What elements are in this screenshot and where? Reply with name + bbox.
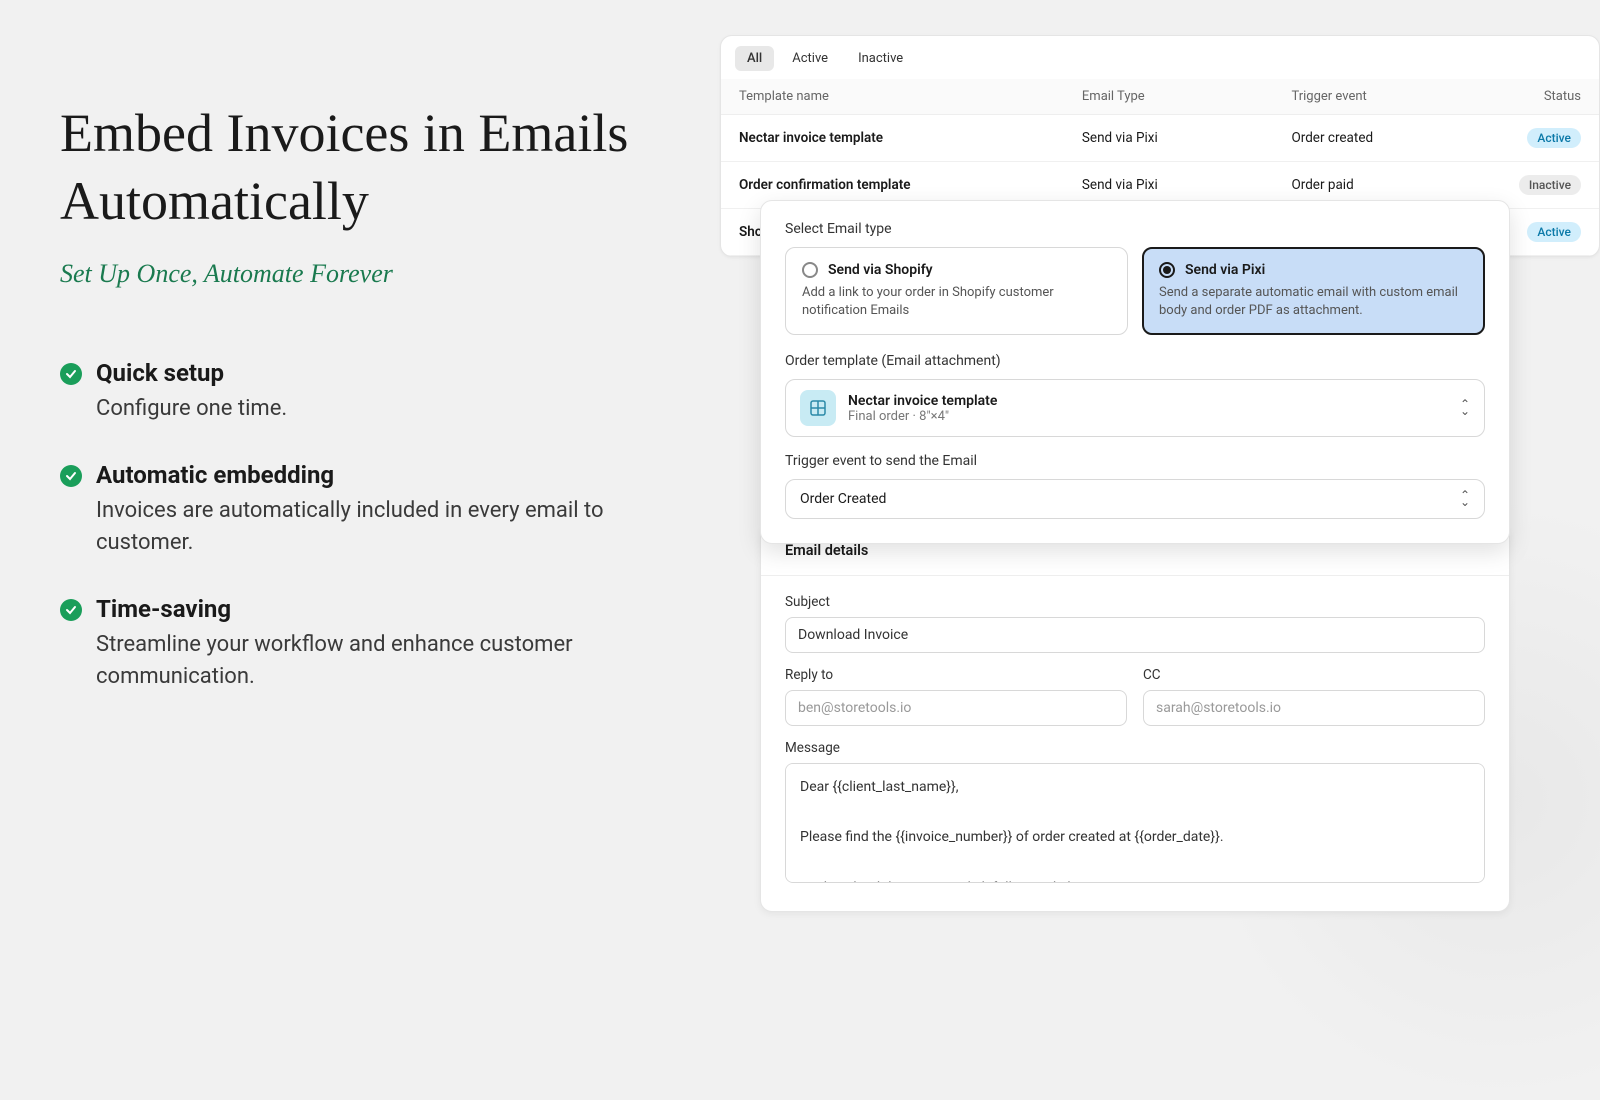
hero-subheadline: Set Up Once, Automate Forever [60,259,680,289]
check-icon [60,599,82,621]
reply-to-label: Reply to [785,667,1127,683]
feature-desc: Streamline your workflow and enhance cus… [96,629,680,693]
cc-label: CC [1143,667,1485,683]
check-icon [60,465,82,487]
feature-title: Time-saving [96,595,680,623]
template-meta: Final order · 8″×4″ [848,409,997,424]
header-status: Status [1501,89,1581,104]
cell-trigger: Order created [1291,130,1501,146]
table-header: Template name Email Type Trigger event S… [721,79,1599,115]
status-badge: Active [1527,222,1581,242]
tab-active[interactable]: Active [780,46,840,71]
cell-email-type: Send via Pixi [1082,177,1292,193]
trigger-select[interactable]: Order Created ⌃⌄ [785,479,1485,519]
feature-title: Quick setup [96,359,680,387]
template-name: Nectar invoice template [848,393,997,409]
cell-template-name: Nectar invoice template [739,130,1082,146]
header-email-type: Email Type [1082,89,1292,104]
template-label: Order template (Email attachment) [785,353,1485,369]
radio-title: Send via Shopify [828,262,933,278]
trigger-label: Trigger event to send the Email [785,453,1485,469]
cell-trigger: Order paid [1291,177,1501,193]
feature-item: Quick setup Configure one time. [60,359,680,425]
check-icon [60,363,82,385]
email-details-card: Email details Subject Reply to CC [760,525,1510,912]
subject-input[interactable] [785,617,1485,653]
tab-all[interactable]: All [735,46,774,71]
message-textarea[interactable] [785,763,1485,883]
template-select[interactable]: Nectar invoice template Final order · 8″… [785,379,1485,437]
tab-inactive[interactable]: Inactive [846,46,915,71]
header-template-name: Template name [739,89,1082,104]
feature-title: Automatic embedding [96,461,680,489]
radio-send-via-pixi[interactable]: Send via Pixi Send a separate automatic … [1142,247,1485,335]
config-panel: Select Email type Send via Shopify Add a… [760,200,1510,544]
tabs-row: All Active Inactive [721,36,1599,79]
chevron-updown-icon: ⌃⌄ [1460,492,1470,506]
radio-title: Send via Pixi [1185,262,1265,278]
trigger-value: Order Created [800,491,886,507]
chevron-updown-icon: ⌃⌄ [1460,401,1470,415]
reply-to-input[interactable] [785,690,1127,726]
feature-desc: Invoices are automatically included in e… [96,495,680,559]
cell-email-type: Send via Pixi [1082,130,1292,146]
cell-template-name: Order confirmation template [739,177,1082,193]
status-badge: Active [1527,128,1581,148]
feature-item: Time-saving Streamline your workflow and… [60,595,680,693]
feature-item: Automatic embedding Invoices are automat… [60,461,680,559]
feature-desc: Configure one time. [96,393,680,425]
hero-headline: Embed Invoices in Emails Automatically [60,100,680,235]
table-row[interactable]: Nectar invoice template Send via Pixi Or… [721,115,1599,162]
message-label: Message [785,740,1485,756]
email-type-label: Select Email type [785,221,1485,237]
cc-input[interactable] [1143,690,1485,726]
template-icon [800,390,836,426]
radio-desc: Send a separate automatic email with cus… [1159,284,1468,320]
status-badge: Inactive [1519,175,1581,195]
header-trigger: Trigger event [1291,89,1501,104]
radio-desc: Add a link to your order in Shopify cust… [802,284,1111,320]
radio-icon [1159,262,1175,278]
features-list: Quick setup Configure one time. Automati… [60,359,680,692]
radio-icon [802,262,818,278]
subject-label: Subject [785,594,1485,610]
radio-send-via-shopify[interactable]: Send via Shopify Add a link to your orde… [785,247,1128,335]
